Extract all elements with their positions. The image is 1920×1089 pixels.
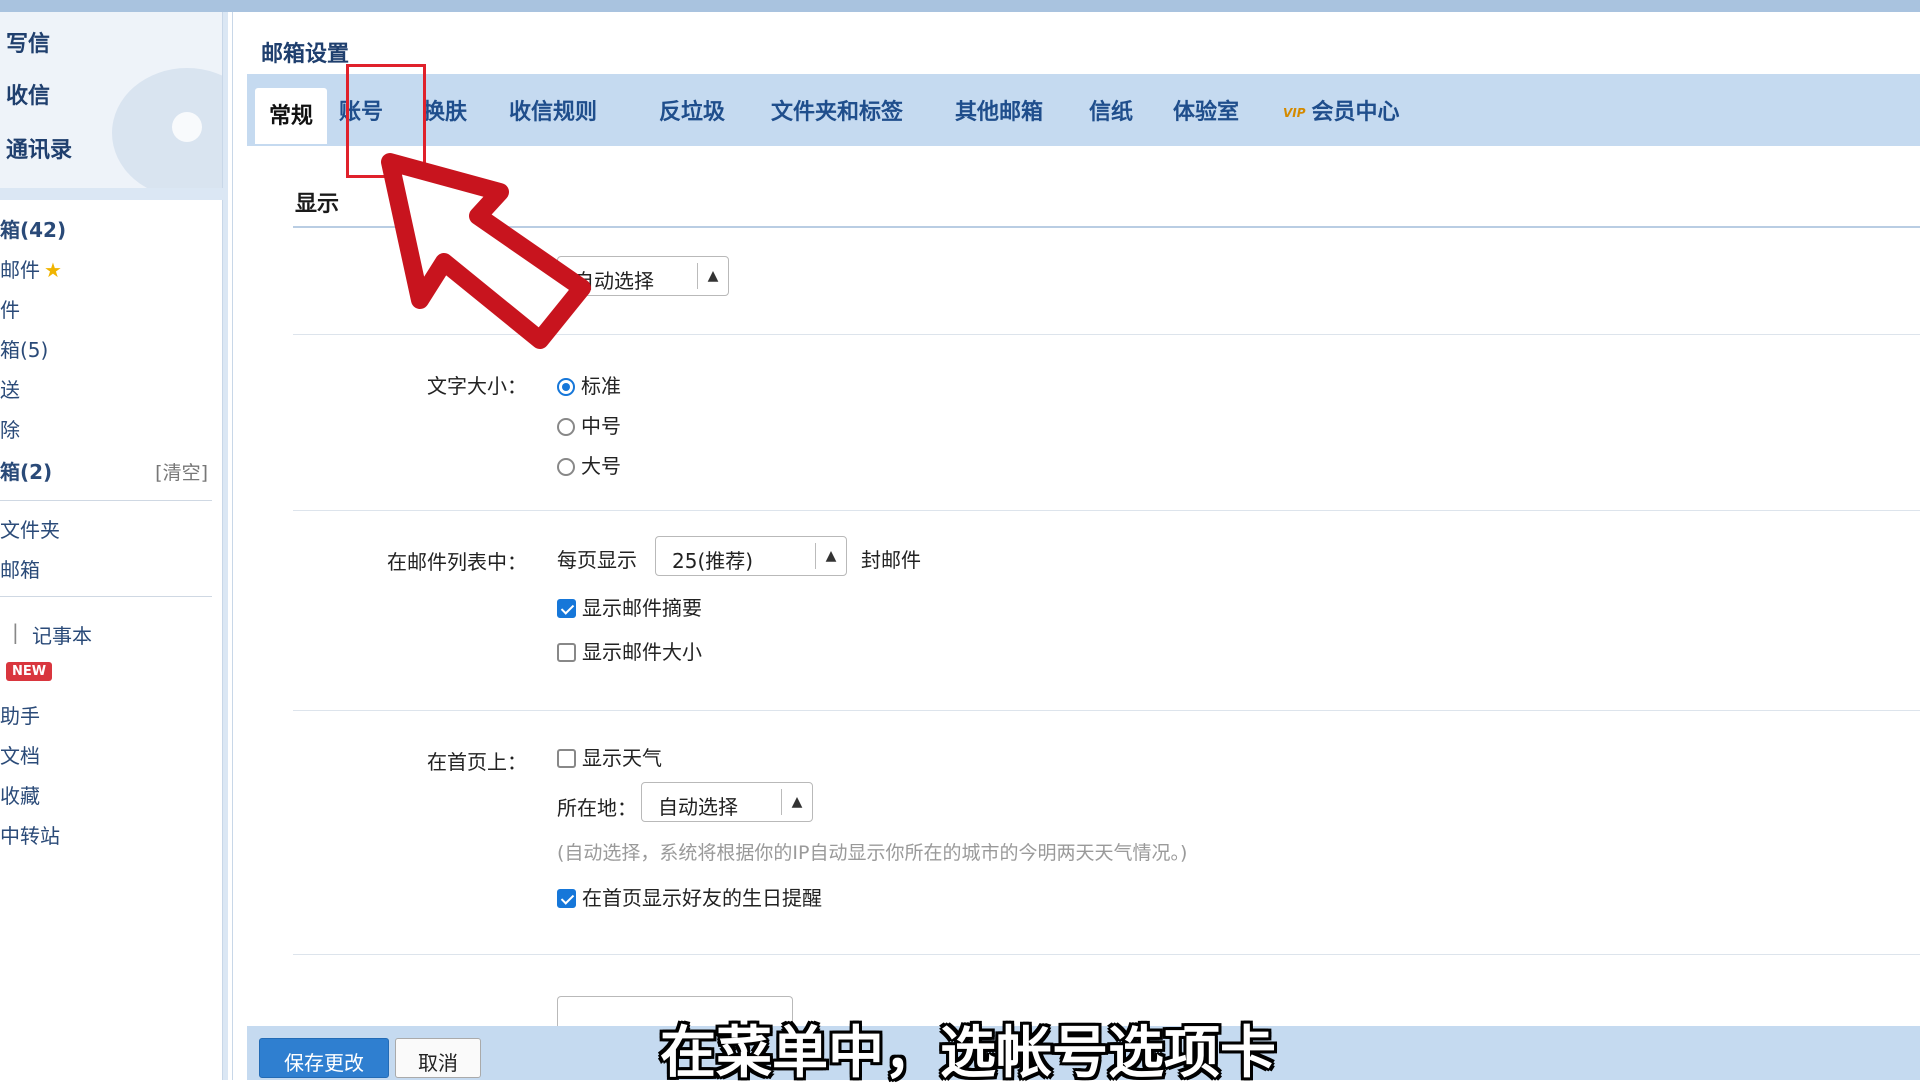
folder-item-starred[interactable]: 邮件 ★ <box>0 254 62 283</box>
checkbox-checked-icon <box>557 889 576 908</box>
tab-label: 会员中心 <box>1311 100 1400 125</box>
row-divider <box>293 510 1920 511</box>
row-divider <box>293 710 1920 711</box>
show-summary-checkbox[interactable]: 显示邮件摘要 <box>557 592 702 621</box>
divider <box>0 500 212 501</box>
tool-separator: | <box>12 620 19 644</box>
font-size-standard-radio[interactable]: 标准 <box>557 370 621 399</box>
folder-label: 箱(42) <box>0 218 67 242</box>
row-divider <box>293 954 1920 955</box>
radio-icon <box>557 418 575 436</box>
select-value: 自动选择 <box>658 795 738 819</box>
star-icon: ★ <box>44 258 62 282</box>
inbox-receive-link[interactable]: 收信 <box>6 78 50 110</box>
mail-list-label: 在邮件列表中： <box>387 550 527 574</box>
folder-item-spam[interactable]: 箱(2) <box>0 456 52 485</box>
compose-link[interactable]: 写信 <box>6 26 50 58</box>
checkbox-label: 显示邮件摘要 <box>582 596 702 620</box>
show-weather-checkbox[interactable]: 显示天气 <box>557 742 662 771</box>
radio-icon <box>557 458 575 476</box>
tab-skin[interactable]: 换肤 <box>423 94 467 126</box>
tab-folders-labels[interactable]: 文件夹和标签 <box>771 94 903 126</box>
font-size-medium-radio[interactable]: 中号 <box>557 410 621 439</box>
per-page-suffix: 封邮件 <box>861 548 921 572</box>
select-caret-icon: ▲ <box>815 543 846 569</box>
font-size-large-radio[interactable]: 大号 <box>557 450 621 479</box>
location-select[interactable]: 自动选择 ▲ <box>641 782 813 822</box>
checkbox-label: 在首页显示好友的生日提醒 <box>582 886 822 910</box>
folder-label: 送 <box>0 378 20 402</box>
contacts-link[interactable]: 通讯录 <box>6 132 72 164</box>
documents-link[interactable]: 文档 <box>0 740 40 769</box>
folder-item-inbox[interactable]: 箱(42) <box>0 214 66 243</box>
radio-label: 标准 <box>581 374 621 398</box>
radio-label: 大号 <box>581 454 621 478</box>
tab-vip-center[interactable]: VIP 会员中心 <box>1283 94 1400 126</box>
notepad-link[interactable]: 记事本 <box>32 620 92 649</box>
folder-item-scheduled[interactable]: 送 <box>0 374 20 403</box>
birthday-reminder-checkbox[interactable]: 在首页显示好友的生日提醒 <box>557 882 822 911</box>
quick-actions-panel: 写信 收信 通讯录 <box>0 12 223 188</box>
sidebar: 写信 收信 通讯录 箱(42) 邮件 ★ 件 箱(5) 送 除 箱(2) [清空]… <box>0 12 228 1080</box>
tab-stationery[interactable]: 信纸 <box>1089 94 1133 126</box>
tab-anti-spam[interactable]: 反垃圾 <box>659 94 725 126</box>
save-button[interactable]: 保存更改 <box>259 1038 389 1078</box>
tab-general[interactable]: 常规 <box>255 88 328 144</box>
select-caret-icon: ▲ <box>697 263 728 289</box>
file-transfer-link[interactable]: 中转站 <box>0 820 60 849</box>
mascot-eye-decoration <box>172 112 202 142</box>
divider <box>0 596 212 597</box>
font-size-label: 文字大小： <box>427 374 527 398</box>
pointer-arrow-icon <box>381 153 591 349</box>
radio-label: 中号 <box>581 414 621 438</box>
folder-label: 箱(5) <box>0 338 49 362</box>
page-title: 邮箱设置 <box>261 42 350 67</box>
favorites-link[interactable]: 收藏 <box>0 780 40 809</box>
folder-item-sent[interactable]: 箱(5) <box>0 334 48 363</box>
section-title: 显示 <box>295 192 340 217</box>
tab-lab[interactable]: 体验室 <box>1173 94 1239 126</box>
folder-list: 箱(42) 邮件 ★ 件 箱(5) 送 除 箱(2) [清空] 文件夹 邮箱 | … <box>0 200 223 1080</box>
folder-label: 邮件 <box>0 258 40 282</box>
select-caret-icon: ▲ <box>781 789 812 815</box>
assistant-link[interactable]: 助手 <box>0 700 40 729</box>
folder-item-deleted[interactable]: 除 <box>0 414 20 443</box>
other-mailbox-link[interactable]: 邮箱 <box>0 554 40 583</box>
new-badge: NEW <box>6 662 53 681</box>
window-top-bar <box>0 0 1920 12</box>
radio-selected-icon <box>557 378 575 396</box>
show-size-checkbox[interactable]: 显示邮件大小 <box>557 636 702 665</box>
tab-receive-rules[interactable]: 收信规则 <box>509 94 597 126</box>
cancel-button[interactable]: 取消 <box>395 1038 481 1078</box>
checkbox-checked-icon <box>557 599 576 618</box>
vip-icon: VIP <box>1283 106 1306 120</box>
checkbox-label: 显示邮件大小 <box>582 640 702 664</box>
location-label: 所在地： <box>557 796 637 820</box>
folder-label: 箱(2) <box>0 460 53 484</box>
checkbox-icon <box>557 749 576 768</box>
clear-spam-link[interactable]: [清空] <box>155 458 208 485</box>
tab-other-mailbox[interactable]: 其他邮箱 <box>955 94 1043 126</box>
folder-label: 除 <box>0 418 20 442</box>
checkbox-label: 显示天气 <box>582 746 662 770</box>
video-subtitle: 在菜单中，选帐号选项卡 <box>660 1021 1276 1086</box>
per-page-prefix: 每页显示 <box>557 548 637 572</box>
folder-item-drafts[interactable]: 件 <box>0 294 20 323</box>
settings-tab-bar: 常规 账号 换肤 收信规则 反垃圾 文件夹和标签 其他邮箱 信纸 体验室 VIP… <box>247 74 1920 146</box>
select-value: 25(推荐) <box>672 549 754 573</box>
folder-label: 件 <box>0 298 20 322</box>
homepage-label: 在首页上： <box>427 750 527 774</box>
per-page-select[interactable]: 25(推荐) ▲ <box>655 536 847 576</box>
weather-hint: (自动选择，系统将根据你的IP自动显示你所在的城市的今明两天天气情况。) <box>557 842 1188 864</box>
checkbox-icon <box>557 643 576 662</box>
my-folders-link[interactable]: 文件夹 <box>0 514 60 543</box>
mascot-decoration <box>112 68 222 188</box>
